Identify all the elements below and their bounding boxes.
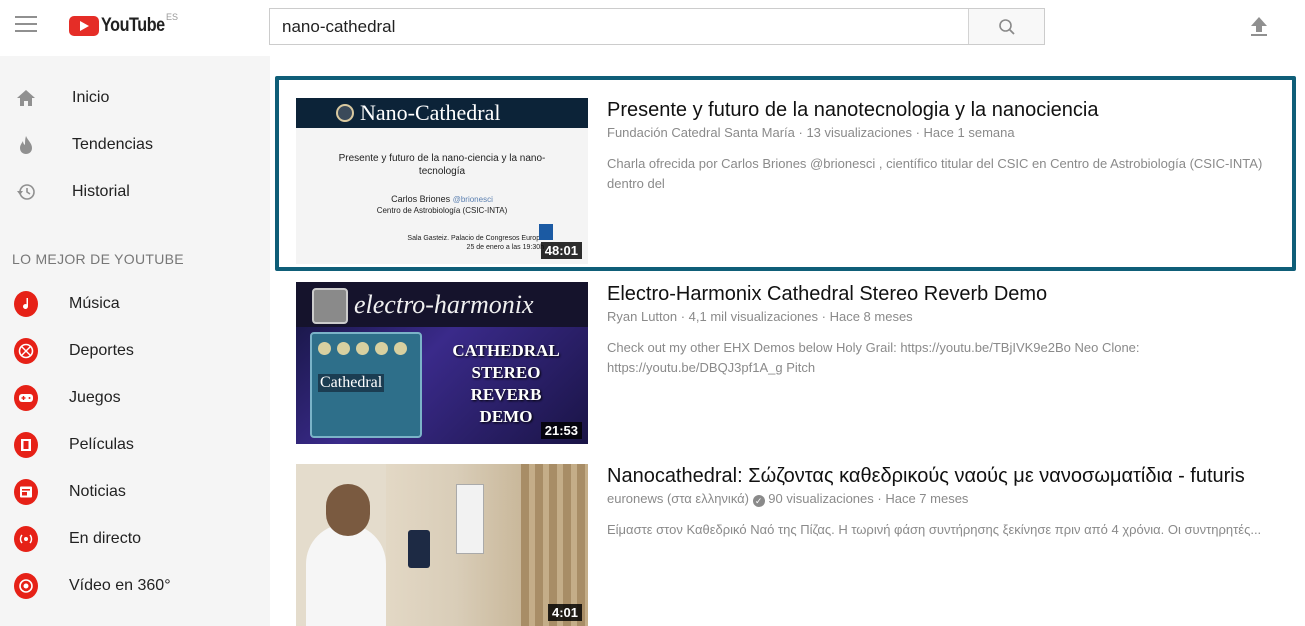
live-icon xyxy=(14,526,38,552)
upload-button[interactable] xyxy=(1248,14,1270,38)
section-header: LO MEJOR DE YOUTUBE xyxy=(12,251,184,267)
thumbnail-word: CATHEDRAL xyxy=(452,341,560,360)
youtube-logo[interactable]: YouTube ES xyxy=(69,12,179,38)
thumbnail-venue: Sala Gasteiz. Palacio de Congresos Europ… xyxy=(407,235,544,242)
video-duration: 48:01 xyxy=(540,242,582,259)
video-thumbnail[interactable]: 4:01 xyxy=(296,464,588,626)
sidebar-item-label: Deportes xyxy=(69,342,134,359)
channel-name[interactable]: Fundación Catedral Santa María xyxy=(607,125,795,140)
sidebar: Inicio Tendencias Historial LO MEJOR DE … xyxy=(0,56,270,626)
thumbnail-talk-title: Presente y futuro de la nano-ciencia y l… xyxy=(338,153,546,177)
video-thumbnail[interactable]: electro-harmonix Cathedral CATHEDRAL STE… xyxy=(296,282,588,444)
video-info: Nanocathedral: Σώζοντας καθεδρικούς ναού… xyxy=(607,464,1297,540)
phone-in-hand xyxy=(408,530,430,568)
thumbnail-handle: @brionesci xyxy=(452,195,493,204)
video-title[interactable]: Presente y futuro de la nanotecnologia y… xyxy=(607,98,1305,122)
person-shirt xyxy=(306,524,386,626)
sidebar-item-tendencias[interactable]: Tendencias xyxy=(0,123,270,167)
sidebar-item-juegos[interactable]: Juegos xyxy=(0,376,270,420)
video-meta: Ryan Lutton · 4,1 mil visualizaciones · … xyxy=(607,309,913,324)
video-title[interactable]: Nanocathedral: Σώζοντας καθεδρικούς ναού… xyxy=(607,464,1297,488)
thumbnail-words: CATHEDRAL STEREO REVERB DEMO xyxy=(436,340,576,428)
sidebar-item-label: Música xyxy=(69,295,120,312)
menu-icon[interactable] xyxy=(15,16,39,36)
sidebar-item-label: Tendencias xyxy=(72,136,153,153)
video-description: Είμαστε στον Καθεδρικό Ναό της Πίζας. Η … xyxy=(607,522,1262,537)
sidebar-item-label: Películas xyxy=(69,436,134,453)
video-duration: 4:01 xyxy=(547,604,582,621)
video-title[interactable]: Electro-Harmonix Cathedral Stereo Reverb… xyxy=(607,282,1305,306)
upload-age: Hace 8 meses xyxy=(829,309,913,324)
thumbnail-word: STEREO xyxy=(471,363,541,382)
pedal-image: Cathedral xyxy=(310,332,422,438)
thumbnail-logo xyxy=(539,224,553,240)
sidebar-item-label: En directo xyxy=(69,530,142,547)
sidebar-item-en-directo[interactable]: En directo xyxy=(0,517,270,561)
flame-icon xyxy=(14,133,38,157)
sidebar-item-label: Inicio xyxy=(72,89,110,106)
view-count: 13 visualizaciones xyxy=(806,125,912,140)
search-icon xyxy=(998,18,1015,35)
thumbnail-date: 25 de enero a las 19:30h xyxy=(466,244,544,251)
sidebar-item-video-360[interactable]: Vídeo en 360° xyxy=(0,564,270,608)
video-meta: Fundación Catedral Santa María · 13 visu… xyxy=(607,125,1015,140)
thumbnail-heading: Nano-Cathedral xyxy=(360,100,501,125)
video-duration: 21:53 xyxy=(540,422,582,439)
360-icon xyxy=(14,573,38,599)
person-head xyxy=(326,484,370,536)
video-meta: euronews (στα ελληνικά) ✓ 90 visualizaci… xyxy=(607,491,969,507)
sidebar-item-peliculas[interactable]: Películas xyxy=(0,423,270,467)
sidebar-item-label: Juegos xyxy=(69,389,121,406)
video-description: Charla ofrecida por Carlos Briones @brio… xyxy=(607,156,1263,191)
history-icon xyxy=(14,180,38,204)
channel-name[interactable]: Ryan Lutton xyxy=(607,309,677,324)
sidebar-item-label: Historial xyxy=(72,183,130,200)
channel-name[interactable]: euronews (στα ελληνικά) xyxy=(607,491,749,506)
thumbnail-affiliation: Centro de Astrobiología (CSIC-INTA) xyxy=(376,206,508,215)
view-count: 4,1 mil visualizaciones xyxy=(688,309,819,324)
thumbnail-word: REVERB xyxy=(470,385,542,404)
sidebar-item-label: Vídeo en 360° xyxy=(69,577,171,594)
logo-text: YouTube xyxy=(101,15,165,36)
video-info: Electro-Harmonix Cathedral Stereo Reverb… xyxy=(607,282,1305,378)
video-description: Check out my other EHX Demos below Holy … xyxy=(607,340,1140,375)
rose-window-icon xyxy=(336,104,354,122)
scaffold xyxy=(521,464,588,626)
logo-country-code: ES xyxy=(166,12,179,22)
film-icon xyxy=(14,432,38,458)
video-info: Presente y futuro de la nanotecnologia y… xyxy=(607,98,1305,194)
upload-age: Hace 7 meses xyxy=(885,491,969,506)
video-thumbnail[interactable]: Nano-Cathedral Presente y futuro de la n… xyxy=(296,98,588,264)
gamepad-icon xyxy=(14,385,38,411)
search-input[interactable] xyxy=(270,9,968,44)
thumbnail-brand: electro-harmonix xyxy=(354,290,534,319)
sidebar-item-historial[interactable]: Historial xyxy=(0,170,270,214)
music-icon xyxy=(14,291,38,317)
search-box xyxy=(269,8,1045,45)
play-logo-icon xyxy=(69,16,99,36)
sidebar-item-deportes[interactable]: Deportes xyxy=(0,329,270,373)
thumbnail-speaker: Carlos Briones xyxy=(391,194,451,204)
thumbnail-speaker-line: Carlos Briones @brionesci xyxy=(296,194,588,204)
news-icon xyxy=(14,479,38,505)
sidebar-item-noticias[interactable]: Noticias xyxy=(0,470,270,514)
sidebar-item-inicio[interactable]: Inicio xyxy=(0,76,270,120)
pedal-name: Cathedral xyxy=(318,374,385,392)
sidebar-item-label: Noticias xyxy=(69,483,126,500)
brand-face-icon xyxy=(312,288,348,324)
search-button[interactable] xyxy=(968,9,1044,44)
upload-icon xyxy=(1251,17,1267,36)
sensor-panel xyxy=(456,484,484,554)
view-count: 90 visualizaciones xyxy=(768,491,874,506)
home-icon xyxy=(14,86,38,110)
sports-icon xyxy=(14,338,38,364)
upload-age: Hace 1 semana xyxy=(923,125,1015,140)
top-bar: YouTube ES xyxy=(0,0,1305,56)
sidebar-item-musica[interactable]: Música xyxy=(0,282,270,326)
verified-icon: ✓ xyxy=(752,495,765,507)
